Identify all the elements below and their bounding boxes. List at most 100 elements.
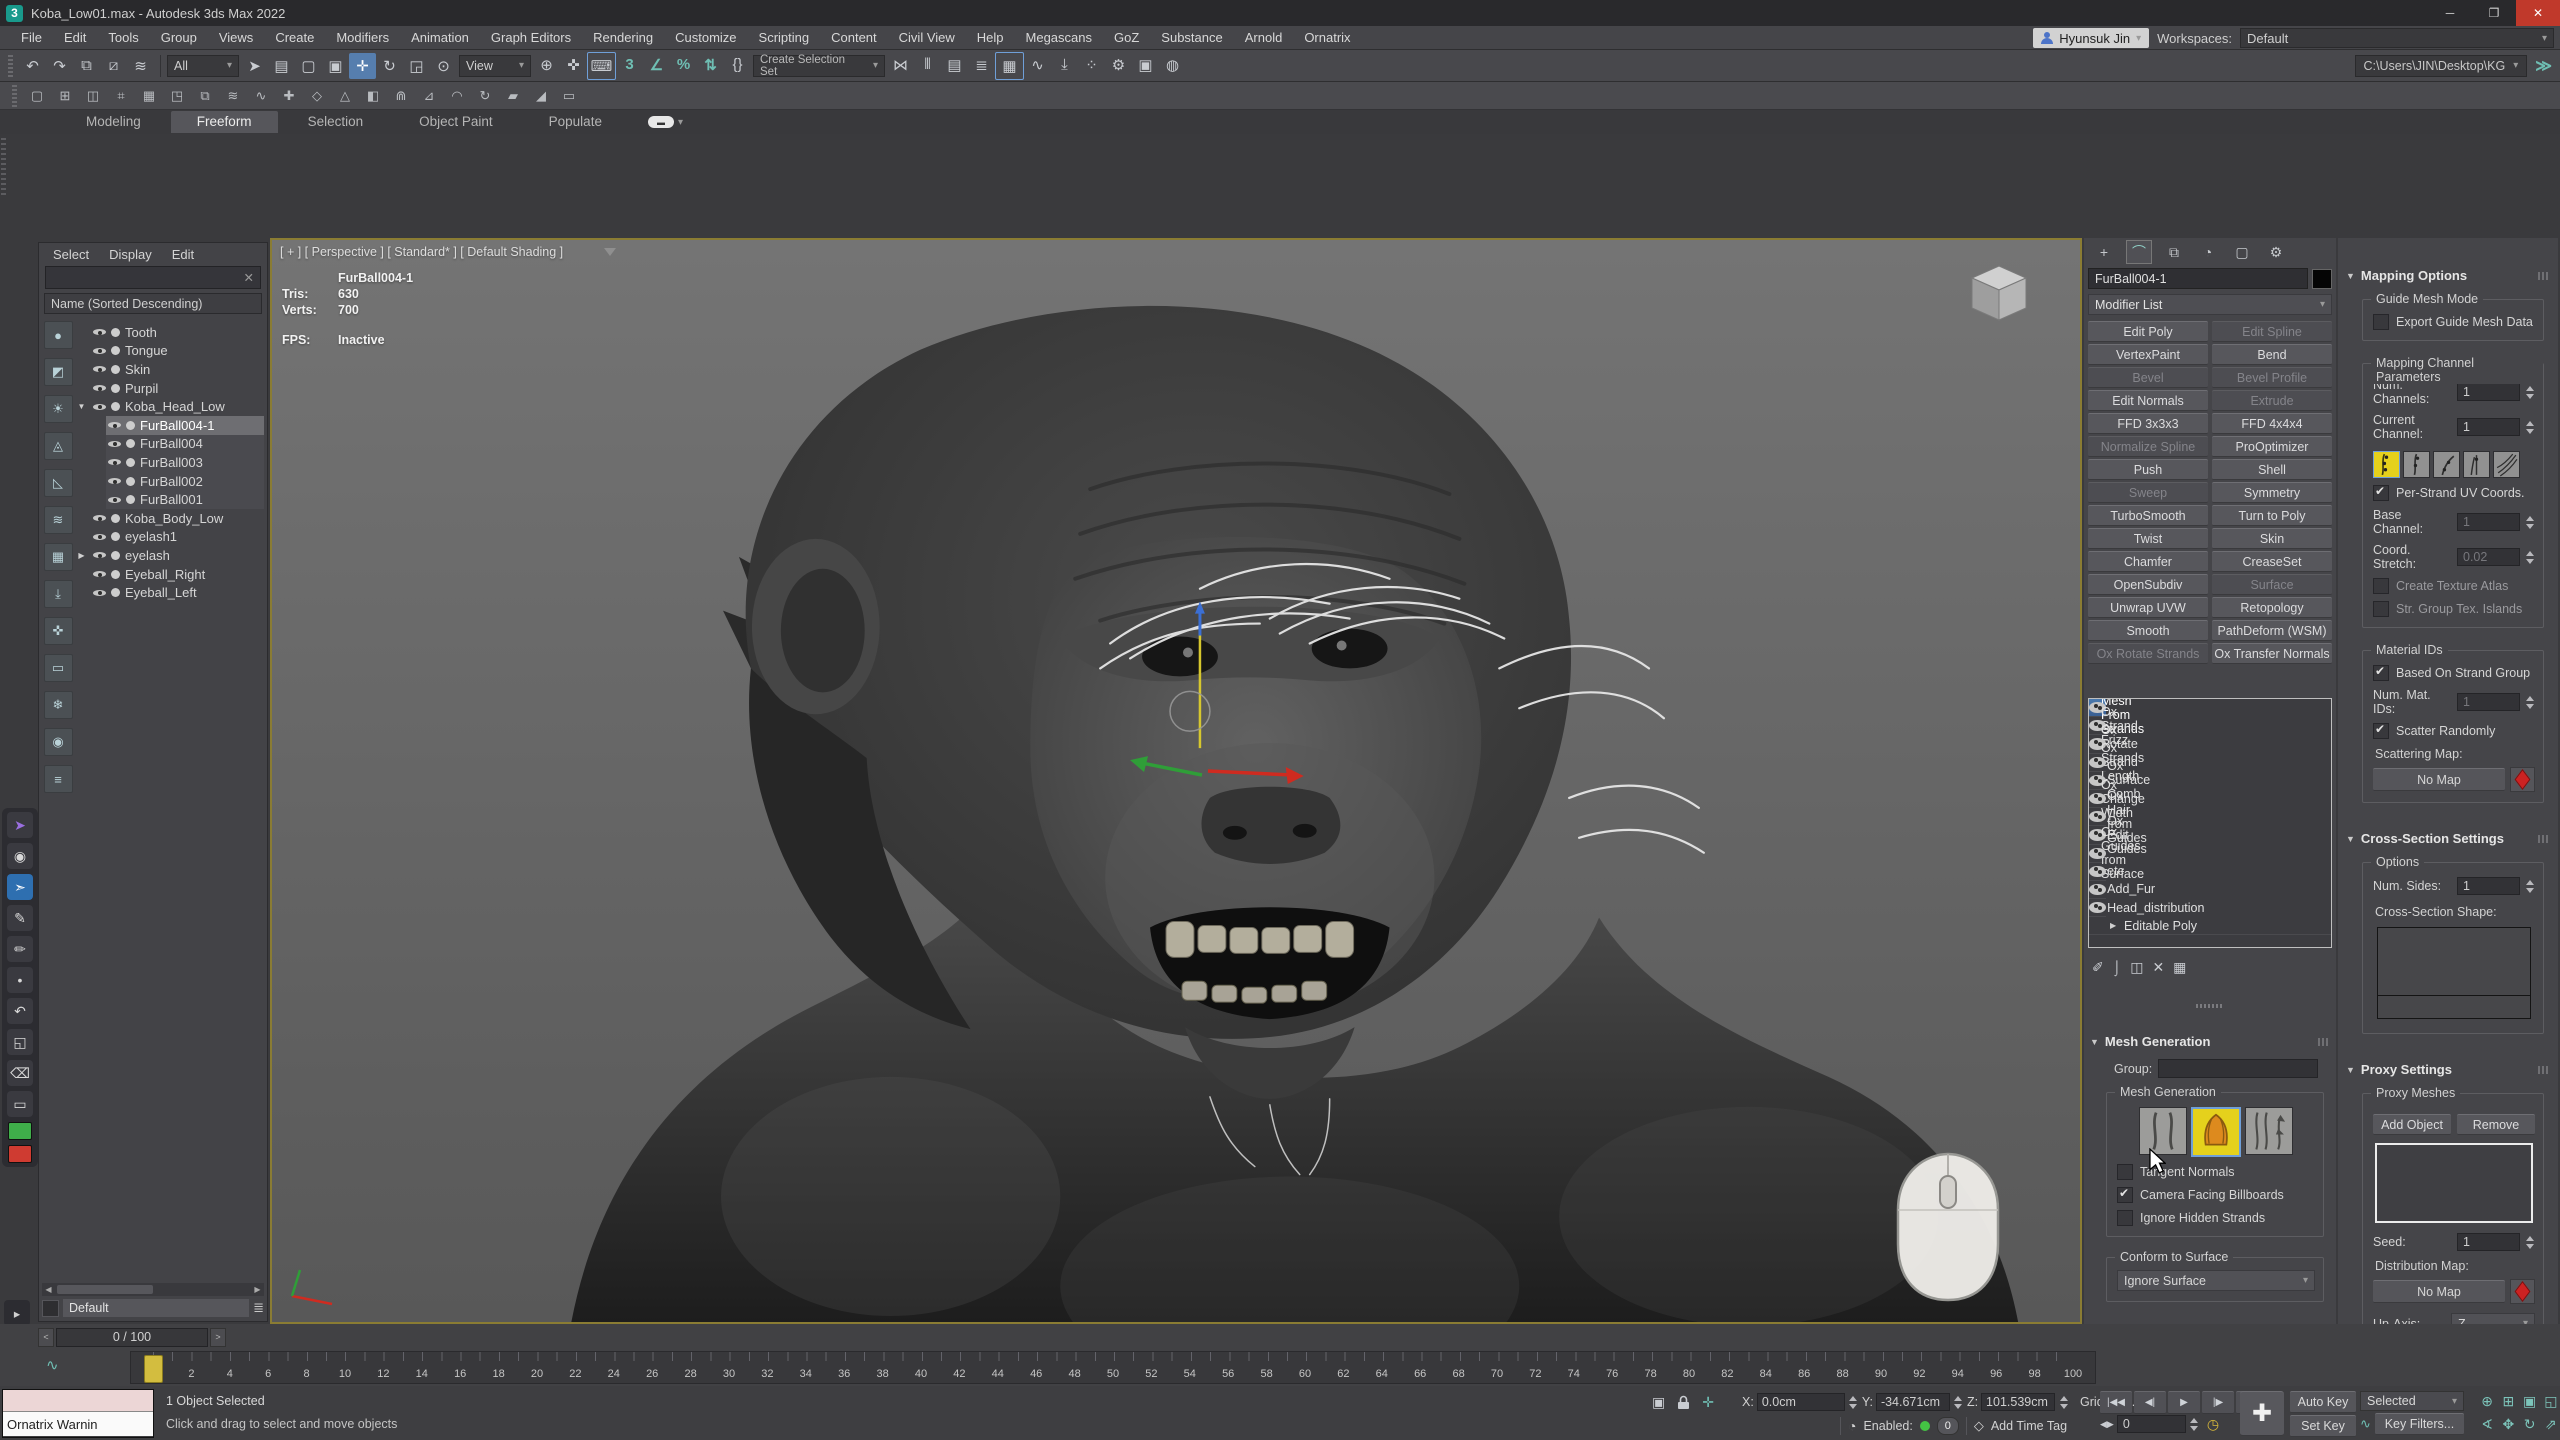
modifier-button[interactable]: ProOptimizer bbox=[2212, 436, 2332, 457]
selectable-dot-icon[interactable] bbox=[111, 328, 120, 337]
visibility-eye-icon[interactable] bbox=[108, 475, 121, 487]
layer-list-icon[interactable]: ≣ bbox=[253, 1300, 264, 1316]
display-containers-icon[interactable]: ▭ bbox=[44, 654, 73, 682]
toolbar-overflow-icon[interactable]: ≫ bbox=[2535, 56, 2552, 76]
menu-item[interactable]: Customize bbox=[664, 26, 747, 50]
scene-object-row[interactable]: FurBall003 bbox=[76, 453, 264, 472]
selection-filter-dropdown[interactable]: All▾ bbox=[167, 55, 239, 77]
modifier-button[interactable]: Extrude bbox=[2212, 390, 2332, 411]
x-coordinate-field[interactable]: 0.0cm bbox=[1757, 1393, 1845, 1411]
close-button[interactable]: ✕ bbox=[2516, 0, 2560, 26]
spinner-arrows[interactable] bbox=[1953, 1394, 1964, 1411]
scene-object-row[interactable]: Eyeball_Right bbox=[76, 565, 264, 584]
object-name-field[interactable]: FurBall004-1 bbox=[2088, 268, 2308, 289]
edit-named-selection-sets-icon[interactable]: {} bbox=[724, 52, 751, 78]
selectable-dot-icon[interactable] bbox=[111, 551, 120, 560]
modifier-button[interactable]: Ox Rotate Strands bbox=[2088, 643, 2208, 664]
proxy-mesh-list[interactable] bbox=[2375, 1143, 2533, 1223]
up-axis-dropdown[interactable]: Z▾ bbox=[2451, 1313, 2535, 1324]
zoom-icon[interactable]: ⊕ bbox=[2478, 1391, 2496, 1411]
zoom-all-icon[interactable]: ⊞ bbox=[2499, 1391, 2517, 1411]
modifier-button[interactable]: Edit Poly bbox=[2088, 321, 2208, 342]
menu-item[interactable]: Group bbox=[150, 26, 208, 50]
scene-object-row[interactable]: Eyeball_Left bbox=[76, 583, 264, 602]
display-shapes-icon[interactable]: ◩ bbox=[44, 358, 73, 386]
seed-field[interactable]: 1 bbox=[2457, 1233, 2520, 1251]
annotate-highlighter-icon[interactable]: ✏ bbox=[7, 936, 33, 962]
selectable-dot-icon[interactable] bbox=[126, 477, 135, 486]
render-setup-icon[interactable]: ⚙ bbox=[1105, 52, 1132, 78]
spinner-arrows[interactable] bbox=[2524, 419, 2535, 436]
modifier-button[interactable]: Sweep bbox=[2088, 482, 2208, 503]
listener-macro-line[interactable] bbox=[3, 1390, 153, 1412]
menu-item[interactable]: Content bbox=[820, 26, 888, 50]
modifier-button[interactable]: TurboSmooth bbox=[2088, 505, 2208, 526]
visibility-eye-icon[interactable] bbox=[108, 456, 121, 468]
time-configuration-icon[interactable]: ◷ bbox=[2207, 1416, 2219, 1433]
display-geometry-icon[interactable]: ● bbox=[44, 321, 73, 349]
select-and-link-icon[interactable]: ⧉ bbox=[73, 53, 100, 79]
viewport-filter-icon[interactable] bbox=[604, 248, 616, 256]
selection-lock-icon[interactable] bbox=[1677, 1395, 1690, 1410]
rollout-header[interactable]: ▼ Cross-Section Settings bbox=[2344, 829, 2552, 848]
modifier-button[interactable]: PathDeform (WSM) bbox=[2212, 620, 2332, 641]
key-filters-button[interactable]: Key Filters... bbox=[2375, 1413, 2464, 1435]
selectable-dot-icon[interactable] bbox=[111, 532, 120, 541]
scene-object-row[interactable]: FurBall001 bbox=[76, 490, 264, 509]
uv-mode-3-button[interactable] bbox=[2433, 451, 2460, 478]
auto-key-button[interactable]: Auto Key bbox=[2290, 1391, 2356, 1413]
selectable-dot-icon[interactable] bbox=[111, 514, 120, 523]
rectangular-selection-region-icon[interactable]: ▢ bbox=[295, 53, 322, 79]
ribbon-tab[interactable]: Freeform bbox=[171, 111, 278, 133]
modifier-button[interactable]: OpenSubdiv bbox=[2088, 574, 2208, 595]
mesh-mode-proxy-button[interactable] bbox=[2245, 1107, 2293, 1155]
explorer-menu-item[interactable]: Display bbox=[109, 247, 152, 262]
ribbon-tool-icon[interactable]: ✚ bbox=[277, 85, 301, 107]
ribbon-tool-icon[interactable]: ▰ bbox=[501, 85, 525, 107]
pan-icon[interactable]: ✥ bbox=[2499, 1414, 2517, 1434]
annotate-app-icon[interactable]: ➤ bbox=[7, 812, 33, 838]
select-object-icon[interactable]: ➤ bbox=[241, 53, 268, 79]
key-mode-toggle-icon[interactable]: ◀▶ bbox=[2100, 1419, 2114, 1430]
modifier-button[interactable]: Push bbox=[2088, 459, 2208, 480]
uv-mode-1-button[interactable] bbox=[2373, 451, 2400, 478]
selectable-dot-icon[interactable] bbox=[111, 384, 120, 393]
ribbon-tool-icon[interactable]: ⧉ bbox=[193, 85, 217, 107]
bind-to-space-warp-icon[interactable]: ≋ bbox=[127, 53, 154, 79]
menu-item[interactable]: Views bbox=[208, 26, 264, 50]
viewport-label[interactable]: [ + ] [ Perspective ] [ Standard* ] [ De… bbox=[280, 245, 563, 259]
angle-snap-icon[interactable]: ∠ bbox=[643, 52, 670, 78]
make-unique-icon[interactable]: ◫ bbox=[2130, 959, 2143, 976]
clear-search-icon[interactable]: ✕ bbox=[244, 270, 254, 285]
scattering-map-clear-icon[interactable] bbox=[2510, 767, 2535, 792]
ribbon-tool-icon[interactable]: ⌗ bbox=[109, 85, 133, 107]
select-by-name-icon[interactable]: ▤ bbox=[268, 53, 295, 79]
distribution-map-button[interactable]: No Map bbox=[2373, 1280, 2505, 1303]
annotate-board-icon[interactable]: ▭ bbox=[7, 1091, 33, 1117]
ribbon-tab[interactable]: Selection bbox=[282, 111, 390, 133]
ribbon-tool-icon[interactable]: ◢ bbox=[529, 85, 553, 107]
annotate-color-red-swatch[interactable] bbox=[8, 1145, 32, 1163]
menu-item[interactable]: Arnold bbox=[1234, 26, 1294, 50]
modifier-stack-row[interactable]: ▶ etc bbox=[2089, 863, 2106, 881]
add-time-tag-button[interactable]: Add Time Tag bbox=[1991, 1419, 2067, 1433]
configure-modifier-sets-icon[interactable]: ▦ bbox=[2173, 959, 2186, 976]
modifier-button[interactable]: Normalize Spline bbox=[2088, 436, 2208, 457]
cross-section-shape-graph[interactable] bbox=[2377, 927, 2531, 1019]
scrollbar-thumb[interactable] bbox=[57, 1285, 153, 1294]
visibility-eye-icon[interactable] bbox=[93, 382, 106, 394]
remove-button[interactable]: Remove bbox=[2457, 1114, 2535, 1135]
scene-object-row[interactable]: Purpil bbox=[76, 379, 264, 398]
ribbon-tool-icon[interactable]: ⊞ bbox=[53, 85, 77, 107]
particle-view-icon[interactable]: ⁘ bbox=[1078, 52, 1105, 78]
display-cameras-icon[interactable]: ◬ bbox=[44, 432, 73, 460]
rollout-header[interactable]: ▼ Mesh Generation bbox=[2088, 1032, 2332, 1051]
ribbon-tool-icon[interactable]: ◫ bbox=[81, 85, 105, 107]
ribbon-minimize-button[interactable]: ▬ bbox=[648, 116, 674, 128]
unlink-selection-icon[interactable]: ⧄ bbox=[100, 53, 127, 79]
annotate-undo-icon[interactable]: ↶ bbox=[7, 998, 33, 1024]
percent-snap-icon[interactable]: % bbox=[670, 52, 697, 78]
ribbon-tool-icon[interactable]: ◧ bbox=[361, 85, 385, 107]
ribbon-tool-icon[interactable]: ⋒ bbox=[389, 85, 413, 107]
command-tab-motion-icon[interactable]: ◔ bbox=[2196, 241, 2220, 263]
